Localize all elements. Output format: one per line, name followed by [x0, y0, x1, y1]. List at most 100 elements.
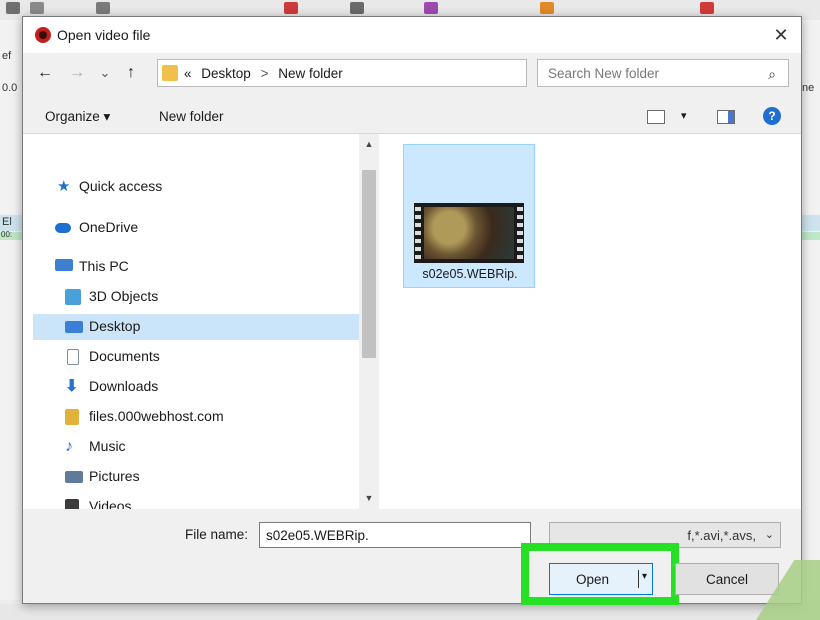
- file-type-value: f,*.avi,*.avs,: [687, 528, 756, 543]
- nav-item-label: files.000webhost.com: [89, 408, 224, 424]
- open-button[interactable]: Open ▾: [549, 563, 653, 595]
- up-arrow-icon[interactable]: ↑: [121, 62, 141, 84]
- chevron-down-icon[interactable]: ⌄: [765, 528, 774, 541]
- breadcrumb-desktop[interactable]: Desktop: [201, 66, 251, 81]
- open-button-label: Open: [576, 572, 610, 587]
- background-band: El: [0, 215, 24, 231]
- scrollbar-thumb[interactable]: [362, 170, 376, 358]
- file-name: s02e05.WEBRip.: [422, 267, 518, 281]
- background-bottom: [0, 604, 820, 620]
- preview-pane-icon[interactable]: [717, 110, 735, 124]
- toolbar-icon: [30, 2, 44, 14]
- nav-item-downloads[interactable]: ⬇ Downloads: [33, 374, 379, 400]
- nav-item-pictures[interactable]: Pictures: [33, 464, 379, 490]
- nav-item-this-pc[interactable]: This PC: [33, 254, 379, 280]
- cancel-button-label: Cancel: [706, 572, 749, 587]
- scroll-up-icon[interactable]: ▲: [359, 136, 379, 152]
- background-text: ef: [2, 50, 12, 62]
- file-name-field[interactable]: s02e05.WEBRip. ⌄: [259, 522, 747, 548]
- search-icon[interactable]: ⌕: [762, 64, 782, 84]
- nav-item-onedrive[interactable]: OneDrive: [33, 215, 379, 241]
- open-file-dialog: Open video file ✕ ← → ⌄ ↑ « Desktop > Ne…: [22, 16, 802, 605]
- music-icon: ♪: [65, 438, 73, 455]
- toolbar-icon: [700, 2, 714, 14]
- film-strip: [415, 207, 421, 259]
- browser-body: ★ Quick access OneDrive This PC 3D Objec…: [23, 133, 801, 510]
- toolbar-icon: [424, 2, 438, 14]
- breadcrumb-new-folder[interactable]: New folder: [278, 66, 343, 81]
- address-row: ← → ⌄ ↑ « Desktop > New folder ⌄ ↻ Searc…: [23, 53, 801, 93]
- toolbar-icon: [350, 2, 364, 14]
- app-icon: [35, 27, 51, 43]
- nav-item-label: Downloads: [89, 378, 159, 394]
- toolbar-icon: [284, 2, 298, 14]
- desktop-icon: [65, 321, 83, 333]
- folder-icon: [162, 65, 178, 81]
- help-icon[interactable]: ?: [763, 107, 781, 125]
- file-name-value: s02e05.WEBRip.: [266, 528, 369, 543]
- pictures-icon: [65, 471, 83, 483]
- organize-button[interactable]: Organize ▾: [45, 109, 110, 125]
- split-divider: [638, 570, 639, 588]
- nav-item-label: Desktop: [89, 318, 141, 334]
- view-options-icon[interactable]: [647, 110, 665, 124]
- background-text: 0.0: [2, 82, 18, 94]
- breadcrumb: « Desktop > New folder: [184, 66, 343, 81]
- star-icon: ★: [57, 178, 71, 195]
- download-icon: ⬇: [65, 378, 79, 395]
- film-strip: [517, 207, 523, 259]
- forward-arrow-icon[interactable]: →: [67, 62, 87, 84]
- background-strip: 00:: [0, 230, 24, 240]
- nav-item-label: OneDrive: [79, 219, 139, 235]
- nav-item-desktop[interactable]: Desktop: [33, 314, 379, 340]
- cancel-button[interactable]: Cancel: [675, 563, 779, 595]
- background-text: 00:: [1, 230, 13, 239]
- nav-item-quick-access[interactable]: ★ Quick access: [33, 174, 379, 200]
- toolbar-icon: [6, 2, 20, 14]
- background-text: ne: [802, 82, 815, 94]
- nav-item-label: Documents: [89, 348, 160, 364]
- background-band: [800, 215, 820, 231]
- dialog-title: Open video file: [57, 27, 151, 43]
- dialog-footer: File name: s02e05.WEBRip. ⌄ f,*.avi,*.av…: [23, 509, 801, 605]
- nav-item-label: Pictures: [89, 468, 140, 484]
- nav-item-documents[interactable]: Documents: [33, 344, 379, 370]
- file-item[interactable]: s02e05.WEBRip.: [403, 144, 535, 288]
- network-folder-icon: [65, 409, 79, 425]
- computer-icon: [55, 259, 73, 271]
- nav-item-label: 3D Objects: [89, 288, 159, 304]
- file-name-label: File name:: [185, 527, 249, 542]
- breadcrumb-overflow[interactable]: «: [184, 66, 192, 81]
- search-placeholder: Search New folder: [548, 66, 660, 81]
- cloud-icon: [55, 223, 71, 233]
- breadcrumb-separator: >: [260, 66, 269, 81]
- scroll-down-icon[interactable]: ▼: [359, 490, 379, 506]
- nav-item-label: Quick access: [79, 178, 163, 194]
- video-thumbnail: [414, 203, 524, 263]
- toolbar-icon: [540, 2, 554, 14]
- background-strip: [800, 232, 820, 240]
- new-folder-button[interactable]: New folder: [159, 109, 224, 124]
- title-bar: Open video file ✕: [23, 17, 801, 53]
- back-arrow-icon[interactable]: ←: [35, 62, 55, 84]
- nav-item-label: This PC: [79, 258, 129, 274]
- nav-item-files-000webhost[interactable]: files.000webhost.com: [33, 404, 379, 430]
- document-icon: [67, 349, 79, 365]
- recent-locations-icon[interactable]: ⌄: [95, 62, 115, 84]
- background-right-panel: ne: [800, 20, 820, 600]
- nav-item-label: Music: [89, 438, 126, 454]
- nav-item-music[interactable]: ♪ Music: [33, 434, 379, 460]
- nav-item-videos[interactable]: Videos: [33, 494, 379, 510]
- chevron-down-icon[interactable]: ▾: [642, 571, 647, 582]
- command-bar: Organize ▾ New folder ▾ ?: [23, 101, 801, 133]
- address-bar[interactable]: « Desktop > New folder ⌄ ↻: [157, 59, 647, 87]
- toolbar-icon: [96, 2, 110, 14]
- search-input[interactable]: Search New folder ⌕: [537, 59, 789, 87]
- background-left-panel: ef 0.0: [0, 20, 24, 600]
- close-icon[interactable]: ✕: [769, 23, 793, 47]
- thumbnail-image: [424, 207, 514, 259]
- chevron-down-icon[interactable]: ▾: [681, 109, 687, 122]
- navigation-pane: ★ Quick access OneDrive This PC 3D Objec…: [23, 134, 379, 510]
- background-text: El: [2, 216, 12, 228]
- nav-item-3d-objects[interactable]: 3D Objects: [33, 284, 379, 310]
